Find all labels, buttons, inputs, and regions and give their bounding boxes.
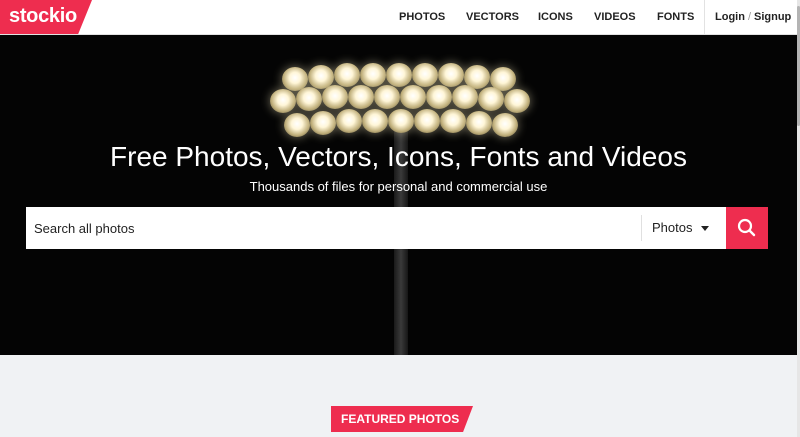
caret-down-icon bbox=[701, 226, 709, 231]
hero-stadium-lights bbox=[262, 63, 542, 153]
nav-icons[interactable]: ICONS bbox=[538, 0, 573, 34]
nav-fonts[interactable]: FONTS bbox=[657, 0, 694, 34]
auth-links: Login / Signup bbox=[715, 0, 791, 34]
featured-photos-label: FEATURED PHOTOS bbox=[341, 412, 460, 426]
hero-subtitle: Thousands of files for personal and comm… bbox=[249, 179, 548, 194]
search-icon bbox=[737, 218, 756, 237]
logo-text: stockio bbox=[9, 5, 77, 27]
nav-divider bbox=[704, 0, 705, 34]
top-navigation-bar: stockio PHOTOS VECTORS ICONS VIDEOS FONT… bbox=[0, 0, 797, 35]
auth-separator: / bbox=[747, 11, 751, 23]
nav-videos[interactable]: VIDEOS bbox=[594, 0, 636, 34]
search-button[interactable] bbox=[726, 207, 768, 249]
hero-banner: Free Photos, Vectors, Icons, Fonts and V… bbox=[0, 35, 797, 355]
nav-vectors[interactable]: VECTORS bbox=[466, 0, 519, 34]
search-input[interactable] bbox=[26, 207, 638, 249]
search-type-dropdown[interactable]: Photos bbox=[641, 215, 726, 241]
signup-link[interactable]: Signup bbox=[754, 11, 791, 23]
hero-title: Free Photos, Vectors, Icons, Fonts and V… bbox=[110, 141, 687, 172]
login-link[interactable]: Login bbox=[715, 11, 745, 23]
featured-photos-heading: FEATURED PHOTOS bbox=[331, 406, 473, 432]
stockio-logo[interactable]: stockio bbox=[0, 0, 92, 34]
search-type-value: Photos bbox=[652, 220, 693, 235]
search-bar: Photos bbox=[26, 207, 768, 249]
nav-photos[interactable]: PHOTOS bbox=[399, 0, 445, 34]
